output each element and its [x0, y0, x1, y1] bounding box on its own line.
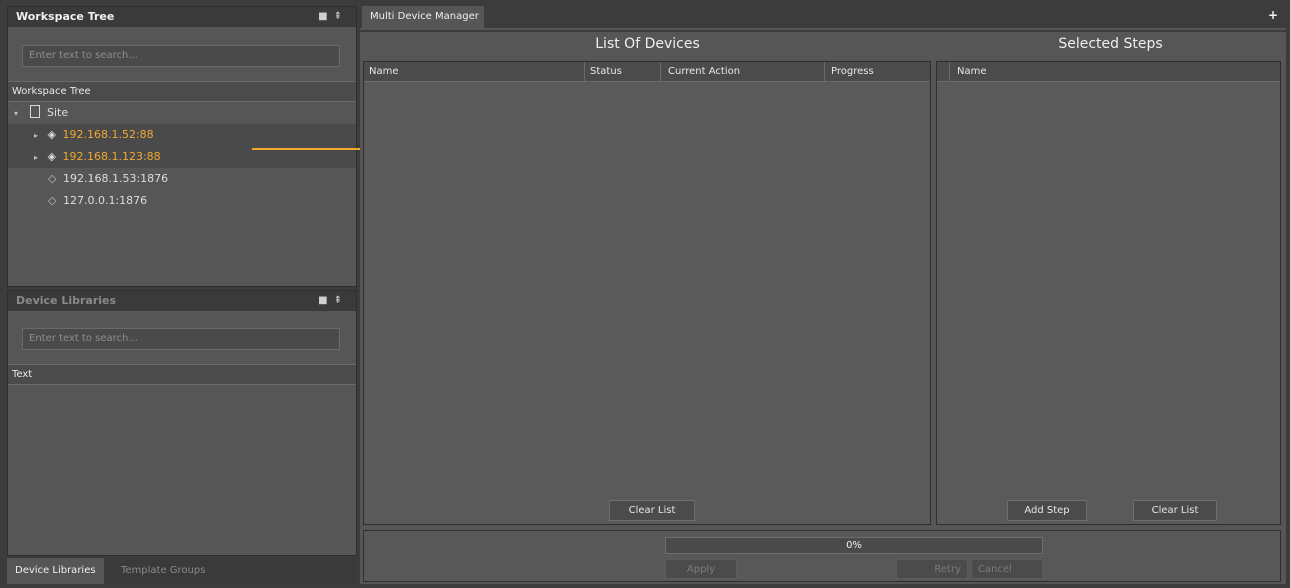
manager-body: List Of Devices Selected Steps Name Stat… — [360, 32, 1286, 584]
tree-item-label: 192.168.1.123:88 — [62, 150, 161, 163]
progress-area: 0% Apply Retry Cancel — [363, 530, 1281, 582]
document-tab-strip: Multi Device Manager ✕ + — [360, 6, 1286, 44]
device-libraries-title: Device Libraries — [16, 294, 117, 307]
libraries-column-header: Text — [8, 364, 356, 385]
column-divider — [584, 62, 585, 82]
float-panel-icon[interactable]: ■ — [318, 295, 333, 306]
retry-button[interactable]: Retry — [896, 559, 968, 579]
clear-steps-list-button[interactable]: Clear List — [1133, 500, 1217, 521]
workspace-tree-title: Workspace Tree — [16, 10, 115, 23]
tree-item-label: 127.0.0.1:1876 — [62, 194, 148, 207]
document-icon — [29, 105, 40, 118]
column-divider — [824, 62, 825, 82]
cancel-button[interactable]: Cancel — [971, 559, 1043, 579]
device-libraries-panel: Device Libraries ■⇞ Enter text to search… — [7, 290, 357, 556]
column-step-name[interactable]: Name — [957, 62, 987, 82]
tree-item-device[interactable]: ◇ 127.0.0.1:1876 — [8, 190, 356, 212]
device-icon: ◈ — [47, 150, 56, 163]
column-current-action[interactable]: Current Action — [668, 62, 740, 82]
pin-icon[interactable]: ⇞ — [334, 295, 348, 306]
tree-item-site[interactable]: ▾ Site — [8, 102, 356, 124]
workspace-tree-column-header: Workspace Tree — [8, 81, 356, 102]
tab-device-libraries[interactable]: Device Libraries — [7, 558, 104, 584]
selected-steps-list: Name Add Step Clear List — [936, 61, 1281, 525]
steps-list-header: Name — [937, 62, 1280, 82]
clear-device-list-button[interactable]: Clear List — [609, 500, 695, 521]
tab-template-groups[interactable]: Template Groups — [113, 558, 213, 584]
list-of-devices-title: List Of Devices — [595, 36, 700, 52]
pin-icon[interactable]: ⇞ — [334, 11, 348, 22]
devices-list-header: Name Status Current Action Progress — [364, 62, 930, 82]
column-name[interactable]: Name — [369, 62, 399, 82]
float-panel-icon[interactable]: ■ — [318, 11, 333, 22]
bottom-tab-bar: Device Libraries Template Groups — [7, 558, 357, 584]
progress-text: 0% — [846, 540, 862, 551]
tab-multi-device-manager[interactable]: Multi Device Manager ✕ — [362, 6, 484, 44]
tab-label: Multi Device Manager — [370, 11, 479, 22]
apply-button[interactable]: Apply — [665, 559, 737, 579]
add-tab-icon[interactable]: + — [1268, 8, 1278, 22]
device-outline-icon: ◇ — [48, 194, 57, 207]
workspace-search-input[interactable]: Enter text to search... — [22, 45, 340, 67]
tree-item-label: Site — [47, 106, 69, 119]
device-outline-icon: ◇ — [48, 172, 57, 185]
tree-item-label: 192.168.1.53:1876 — [62, 172, 169, 185]
tree-item-device[interactable]: ◇ 192.168.1.53:1876 — [8, 168, 356, 190]
tree-item-label: 192.168.1.52:88 — [62, 128, 154, 141]
device-libraries-title-bar: Device Libraries ■⇞ — [8, 291, 356, 311]
add-step-button[interactable]: Add Step — [1007, 500, 1087, 521]
device-icon: ◈ — [47, 128, 56, 141]
devices-list: Name Status Current Action Progress Clea… — [363, 61, 931, 525]
selected-steps-title: Selected Steps — [1058, 36, 1163, 52]
workspace-tree-title-bar: Workspace Tree ■⇞ — [8, 7, 356, 27]
libraries-search-input[interactable]: Enter text to search... — [22, 328, 340, 350]
column-status[interactable]: Status — [590, 62, 622, 82]
expand-arrow-icon[interactable]: ▾ — [14, 109, 18, 118]
column-progress[interactable]: Progress — [831, 62, 874, 82]
expand-arrow-icon[interactable]: ▸ — [34, 131, 38, 140]
column-divider — [949, 62, 950, 82]
expand-arrow-icon[interactable]: ▸ — [34, 153, 38, 162]
column-divider — [660, 62, 661, 82]
progress-bar: 0% — [665, 537, 1043, 554]
